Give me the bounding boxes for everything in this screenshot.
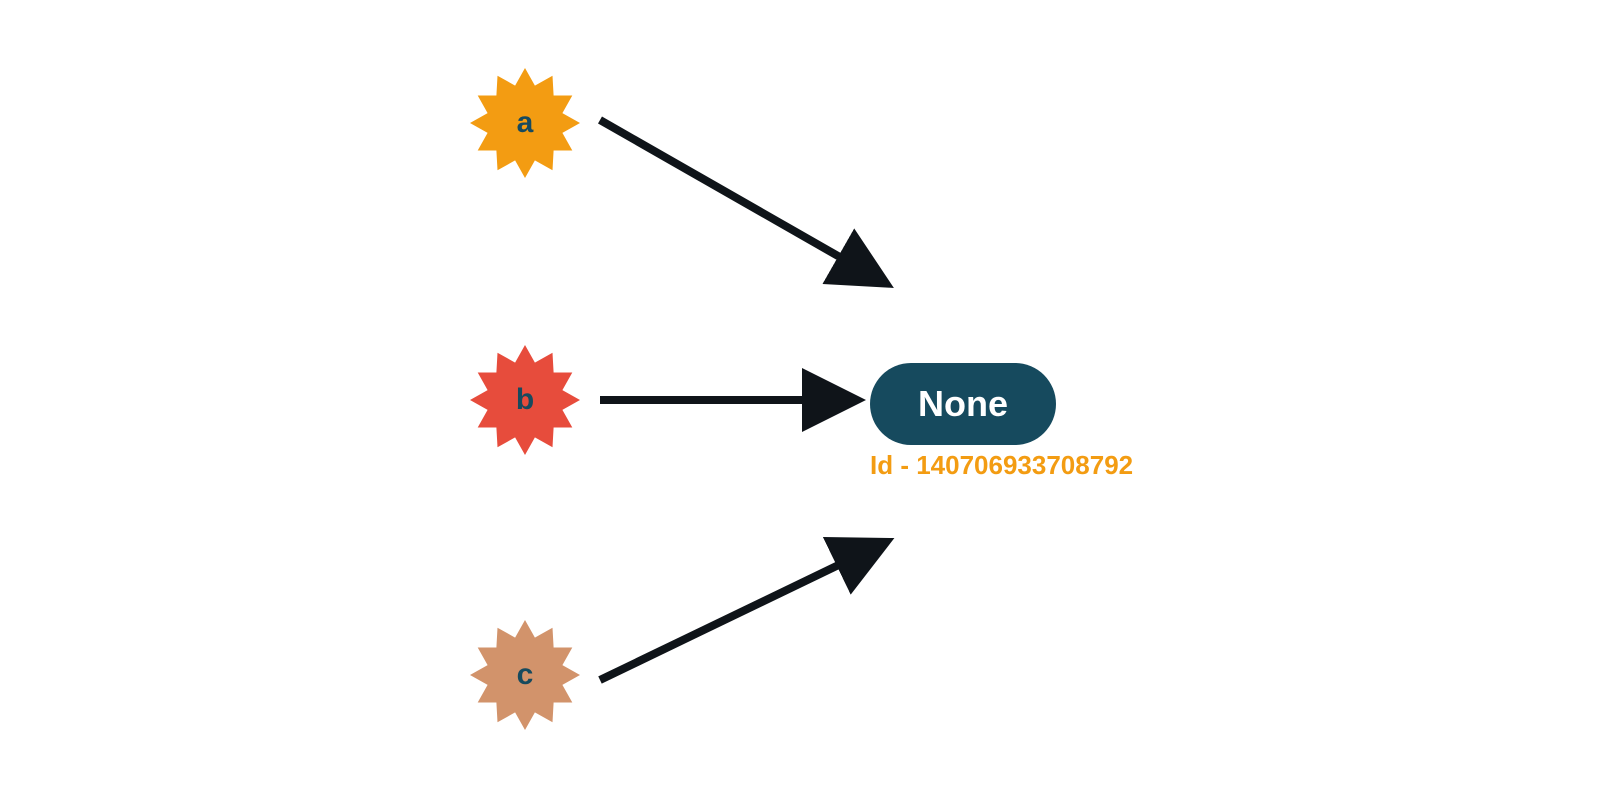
target-capsule-none: None	[870, 363, 1056, 445]
arrow-c-to-target	[600, 545, 880, 680]
variable-badge-a: a	[470, 68, 580, 178]
target-label: None	[918, 383, 1008, 425]
variable-label-c: c	[517, 658, 534, 692]
variable-badge-c: c	[470, 620, 580, 730]
arrows-canvas	[0, 0, 1600, 800]
target-id-text: Id - 140706933708792	[870, 450, 1133, 481]
variable-badge-b: b	[470, 345, 580, 455]
variable-label-b: b	[516, 383, 534, 417]
arrow-a-to-target	[600, 120, 880, 280]
variable-label-a: a	[517, 106, 534, 140]
